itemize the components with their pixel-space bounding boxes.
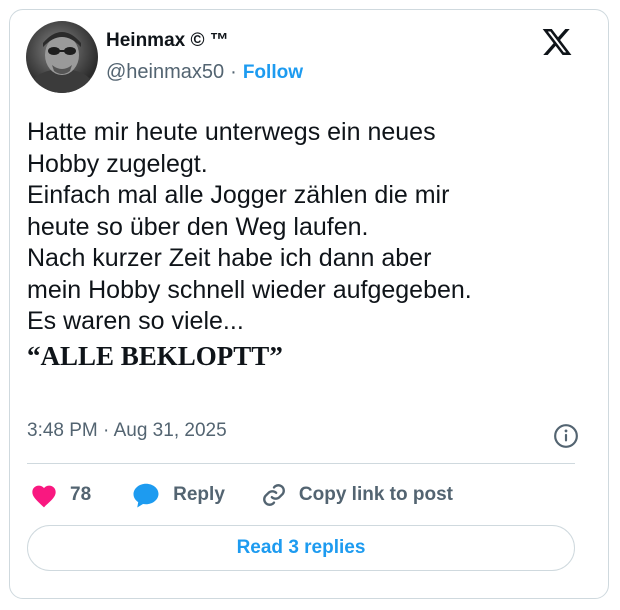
reply-label: Reply [173,484,225,505]
author-name[interactable]: Heinmax © ™ [106,30,229,52]
reply-button[interactable]: Reply [131,481,225,509]
tweet-line: Hobby zugelegt. [27,149,208,178]
speech-bubble-icon [133,483,159,508]
info-icon[interactable] [553,423,579,449]
avatar[interactable] [26,21,98,93]
separator-dot: · [230,61,237,83]
tweet-line: Hatte mir heute unterwegs ein neues [27,118,436,146]
author-name-row[interactable]: Heinmax © ™ [106,30,229,52]
action-bar: 78 Reply Copy link to post [30,479,453,511]
tweet-line: Es waren so viele... [27,307,244,335]
x-logo-icon[interactable] [541,26,573,58]
tweet-line: Einfach mal alle Jogger zählen die mir [27,181,450,209]
author-handle-row: @heinmax50 · Follow [106,61,303,84]
copy-link-button[interactable]: Copy link to post [261,482,453,508]
follow-button[interactable]: Follow [243,62,303,84]
tweet-shout-line: “ALLE BEKLOPTT” [27,340,283,371]
like-button[interactable]: 78 [30,482,91,508]
tweet-timestamp[interactable]: 3:48 PM · Aug 31, 2025 [27,420,227,442]
tweet-line: heute so über den Weg laufen. [27,212,369,241]
heart-icon [32,485,56,508]
tweet-line: Nach kurzer Zeit habe ich dann aber [27,244,432,272]
tweet-text: Hatte mir heute unterwegs ein neues Hobb… [27,117,587,374]
copy-link-label: Copy link to post [298,484,453,505]
link-icon [262,484,285,506]
read-replies-button[interactable]: Read 3 replies [27,525,575,571]
like-count: 78 [70,484,92,505]
tweet-line: mein Hobby schnell wieder aufgegeben. [27,275,472,304]
read-replies-label: Read 3 replies [236,537,366,558]
author-handle[interactable]: @heinmax50 [106,61,224,84]
divider [27,463,575,464]
